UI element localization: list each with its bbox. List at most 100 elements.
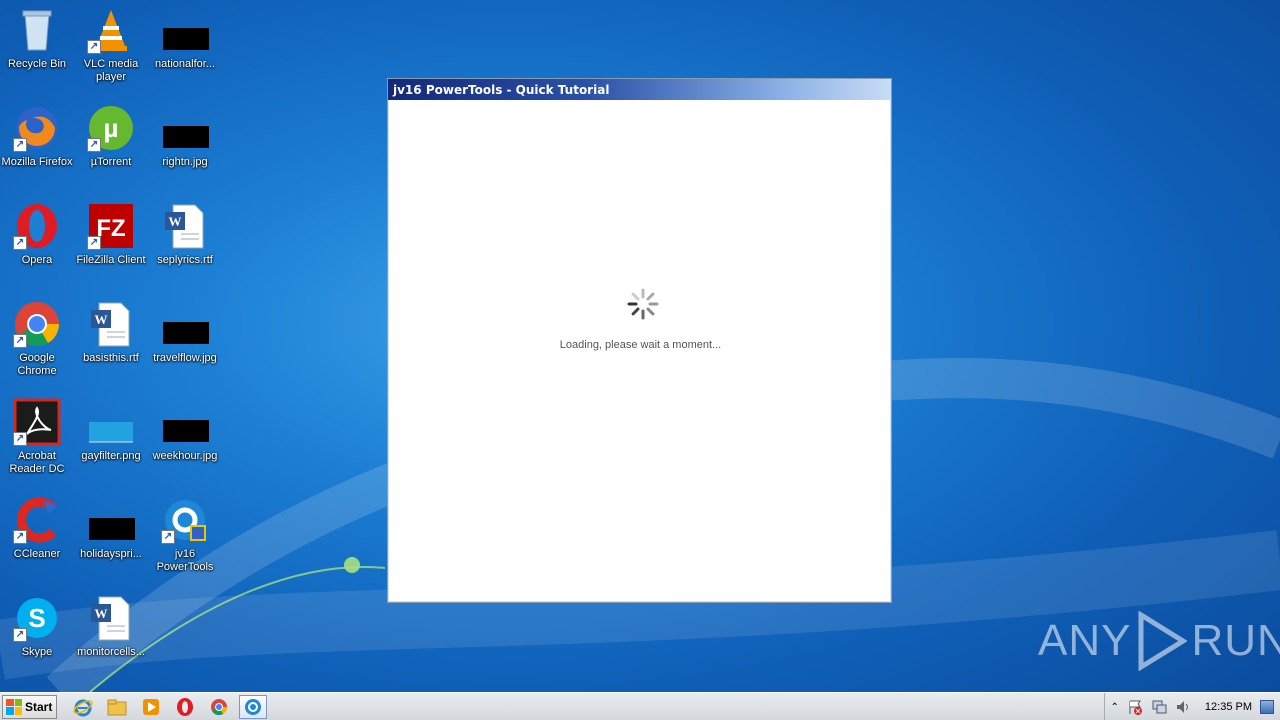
desktop-icon-ccleaner[interactable]: ↗ CCleaner	[0, 496, 74, 561]
desktop-icon-label: Acrobat Reader DC	[9, 450, 65, 475]
opera-icon	[177, 697, 193, 716]
shortcut-arrow-icon: ↗	[87, 138, 101, 152]
taskbar-opera[interactable]	[171, 695, 199, 719]
shortcut-arrow-icon: ↗	[13, 236, 27, 250]
show-hidden-icons-chevron-icon[interactable]: ⌃	[1111, 702, 1119, 713]
desktop-icon-recycle-bin[interactable]: Recycle Bin	[0, 6, 74, 71]
windows-logo-icon	[6, 698, 22, 715]
desktop-icon-utorrent[interactable]: µ ↗ µTorrent	[74, 104, 148, 169]
desktop-icon-label: jv16 PowerTools	[156, 548, 214, 573]
word-document-icon: W	[87, 594, 135, 642]
recycle-bin-icon	[13, 6, 61, 54]
desktop-icon-acrobat[interactable]: ↗ Acrobat Reader DC	[0, 398, 74, 476]
desktop-icon-rightn[interactable]: rightn.jpg	[148, 104, 222, 169]
word-document-icon: W	[161, 202, 209, 250]
desktop-icon-nationalfor[interactable]: nationalfor...	[148, 6, 222, 71]
vlc-icon: ↗	[87, 6, 135, 54]
desktop-icon-label: weekhour.jpg	[152, 450, 218, 462]
shortcut-arrow-icon: ↗	[87, 236, 101, 250]
volume-speaker-icon[interactable]	[1175, 699, 1191, 715]
desktop-icon-label: Skype	[21, 646, 53, 658]
skype-icon: S ↗	[13, 594, 61, 642]
desktop-icon-label: Recycle Bin	[7, 58, 67, 70]
shortcut-arrow-icon: ↗	[161, 530, 175, 544]
shortcut-arrow-icon: ↗	[13, 628, 27, 642]
taskbar: Start ⌃ 12:35 PM	[0, 692, 1280, 720]
utorrent-icon: µ ↗	[87, 104, 135, 152]
taskbar-clock[interactable]: 12:35 PM	[1205, 701, 1252, 713]
jv16-powertools-icon	[245, 698, 261, 715]
desktop-icon-label: Opera	[21, 254, 53, 266]
jv16-powertools-icon: ↗	[161, 496, 209, 544]
ccleaner-icon: ↗	[13, 496, 61, 544]
media-player-icon	[143, 698, 159, 715]
opera-icon: ↗	[13, 202, 61, 250]
taskbar-jv16-powertools[interactable]	[239, 694, 267, 719]
start-label: Start	[25, 699, 53, 714]
desktop-icon-label: Mozilla Firefox	[1, 156, 73, 168]
desktop-icon-label: rightn.jpg	[162, 156, 208, 168]
shortcut-arrow-icon: ↗	[13, 432, 27, 446]
start-button[interactable]: Start	[2, 694, 57, 719]
anyrun-watermark: ANY RUN	[1038, 606, 1280, 676]
image-file-icon	[87, 496, 135, 544]
desktop-icon-label: nationalfor...	[155, 58, 215, 70]
acrobat-reader-icon: ↗	[13, 398, 61, 446]
image-file-icon	[161, 398, 209, 446]
watermark-text-right: RUN	[1191, 616, 1280, 665]
quick-tutorial-dialog: jv16 PowerTools - Quick Tutorial Loading…	[387, 78, 892, 603]
dialog-title[interactable]: jv16 PowerTools - Quick Tutorial	[388, 79, 891, 100]
desktop-icon-label: µTorrent	[90, 156, 132, 168]
desktop-icon-label: monitorcells...	[77, 646, 145, 658]
network-icon[interactable]	[1151, 699, 1167, 715]
desktop-icon-weekhour[interactable]: weekhour.jpg	[148, 398, 222, 463]
svg-text:W: W	[95, 606, 108, 621]
filezilla-icon: FZ ↗	[87, 202, 135, 250]
desktop-icon-opera[interactable]: ↗ Opera	[0, 202, 74, 267]
taskbar-chrome[interactable]	[205, 695, 233, 719]
show-desktop-button[interactable]	[1260, 700, 1274, 714]
image-file-icon	[87, 398, 135, 446]
taskbar-file-explorer[interactable]	[103, 695, 131, 719]
desktop-icon-skype[interactable]: S ↗ Skype	[0, 594, 74, 659]
desktop-icon-filezilla[interactable]: FZ ↗ FileZilla Client	[74, 202, 148, 267]
desktop-icon-jv16-powertools[interactable]: ↗ jv16 PowerTools	[148, 496, 222, 574]
desktop-icon-firefox[interactable]: ↗ Mozilla Firefox	[0, 104, 74, 169]
chrome-icon	[211, 698, 228, 715]
svg-text:W: W	[169, 214, 182, 229]
desktop-icon-vlc[interactable]: ↗ VLC media player	[74, 6, 148, 84]
firefox-icon: ↗	[13, 104, 61, 152]
loading-spinner-icon	[626, 287, 660, 321]
shortcut-arrow-icon: ↗	[13, 138, 27, 152]
desktop-icon-label: VLC media player	[83, 58, 139, 83]
desktop-icon-gayfilter[interactable]: gayfilter.png	[74, 398, 148, 463]
desktop-icon-basisthis[interactable]: W basisthis.rtf	[74, 300, 148, 365]
desktop-icon-label: gayfilter.png	[81, 450, 141, 462]
svg-text:S: S	[28, 603, 45, 633]
image-file-icon	[161, 6, 209, 54]
desktop-icon-chrome[interactable]: ↗ Google Chrome	[0, 300, 74, 378]
word-document-icon: W	[87, 300, 135, 348]
taskbar-media-player[interactable]	[137, 695, 165, 719]
desktop-icon-label: Google Chrome	[17, 352, 57, 377]
system-tray: ⌃ 12:35 PM	[1103, 693, 1280, 720]
desktop-icon-label: holidayspri...	[80, 548, 142, 560]
shortcut-arrow-icon: ↗	[87, 40, 101, 54]
desktop-icon-holidayspri[interactable]: holidayspri...	[74, 496, 148, 561]
watermark-text-left: ANY	[1038, 616, 1132, 665]
desktop-icon-label: basisthis.rtf	[83, 352, 139, 364]
desktop-icon-label: CCleaner	[13, 548, 61, 560]
play-logo-icon	[1138, 611, 1188, 671]
desktop-icon-seplyrics[interactable]: W seplyrics.rtf	[148, 202, 222, 267]
image-file-icon	[161, 300, 209, 348]
svg-text:µ: µ	[104, 113, 119, 143]
shortcut-arrow-icon: ↗	[13, 334, 27, 348]
image-file-icon	[161, 104, 209, 152]
folder-icon	[107, 699, 127, 715]
desktop-icon-monitorcells[interactable]: W monitorcells...	[74, 594, 148, 659]
action-center-flag-icon[interactable]	[1127, 699, 1143, 715]
loading-message: Loading, please wait a moment...	[559, 339, 722, 351]
desktop-icon-label: seplyrics.rtf	[157, 254, 213, 266]
desktop-icon-travelflow[interactable]: travelflow.jpg	[148, 300, 222, 365]
taskbar-internet-explorer[interactable]	[69, 695, 97, 719]
